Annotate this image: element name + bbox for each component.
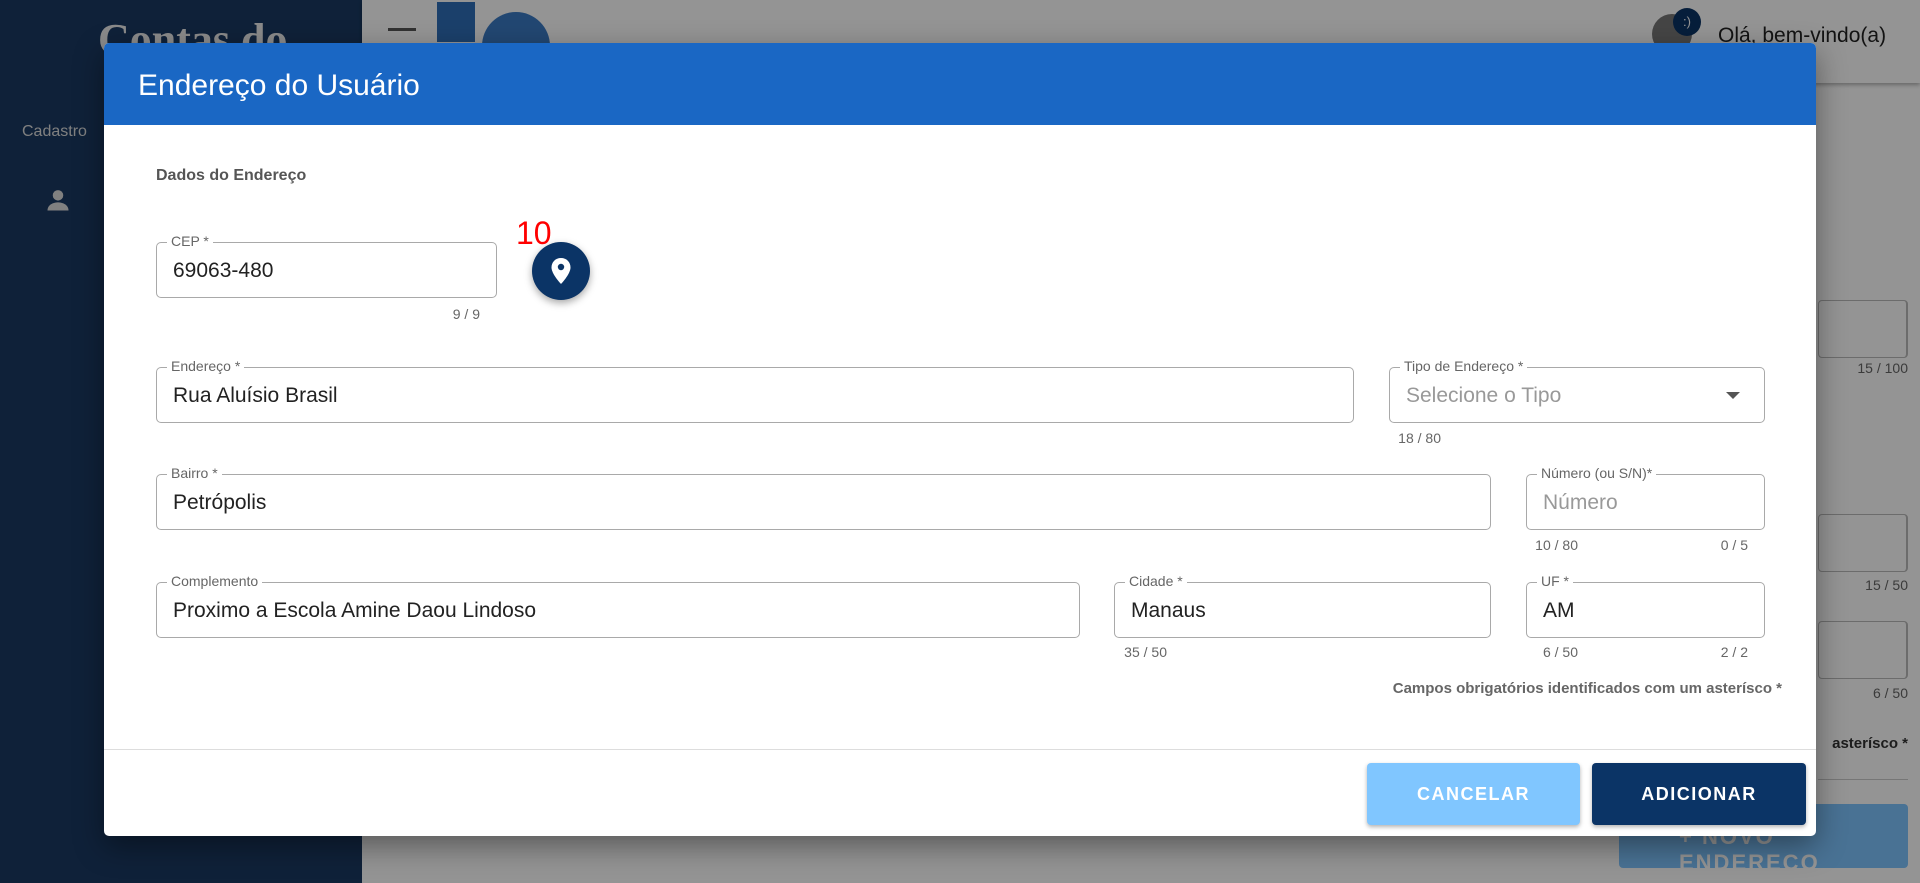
cidade-label: Cidade * (1125, 573, 1187, 589)
cep-counter: 9 / 9 (452, 306, 480, 322)
required-fields-note: Campos obrigatórios identificados com um… (1392, 680, 1782, 697)
uf-value: AM (1543, 599, 1575, 622)
endereco-value: Rua Aluísio Brasil (173, 384, 338, 407)
endereco-input[interactable]: Endereço * Rua Aluísio Brasil (156, 358, 1354, 423)
cep-value: 69063-480 (173, 259, 274, 282)
complemento-counter: 35 / 50 (1124, 644, 1167, 660)
cep-label: CEP * (167, 233, 213, 249)
cidade-counter: 6 / 50 (1542, 644, 1578, 660)
uf-label: UF * (1537, 573, 1573, 589)
numero-input[interactable]: Número (ou S/N)* Número (1526, 465, 1765, 530)
numero-label: Número (ou S/N)* (1537, 465, 1657, 481)
numero-placeholder: Número (1543, 491, 1618, 514)
dropdown-arrow-icon[interactable] (1726, 392, 1740, 399)
bairro-value: Petrópolis (173, 491, 267, 514)
complemento-input[interactable]: Complemento Proximo a Escola Amine Daou … (156, 573, 1080, 638)
bairro-input[interactable]: Bairro * Petrópolis (156, 465, 1491, 530)
add-button[interactable]: ADICIONAR (1592, 763, 1806, 825)
cancel-button[interactable]: CANCELAR (1367, 763, 1580, 825)
numero-counter: 0 / 5 (1720, 537, 1748, 553)
cidade-input[interactable]: Cidade * Manaus (1114, 573, 1491, 638)
uf-counter: 2 / 2 (1720, 644, 1748, 660)
endereco-counter: 18 / 80 (1398, 430, 1441, 446)
section-title: Dados do Endereço (156, 167, 307, 184)
complemento-value: Proximo a Escola Amine Daou Lindoso (173, 599, 537, 622)
cidade-value: Manaus (1131, 599, 1206, 622)
tipo-endereco-select[interactable]: Tipo de Endereço * Selecione o Tipo (1389, 358, 1765, 423)
annotation-label: 10 (516, 215, 552, 251)
endereco-label: Endereço * (167, 358, 245, 374)
divider (104, 749, 1816, 750)
map-pin-icon (551, 258, 571, 284)
complemento-label: Complemento (167, 573, 263, 589)
bairro-label: Bairro * (167, 465, 222, 481)
dialog-title: Endereço do Usuário (138, 69, 420, 102)
tipo-placeholder: Selecione o Tipo (1406, 384, 1562, 407)
uf-input[interactable]: UF * AM (1526, 573, 1765, 638)
tipo-label: Tipo de Endereço * (1400, 358, 1528, 374)
dialog-header: Endereço do Usuário (104, 43, 1816, 125)
bairro-counter: 10 / 80 (1535, 537, 1578, 553)
cep-input[interactable]: CEP * 69063-480 (156, 233, 497, 298)
address-dialog: Endereço do Usuário Dados do Endereço CE… (104, 43, 1816, 836)
